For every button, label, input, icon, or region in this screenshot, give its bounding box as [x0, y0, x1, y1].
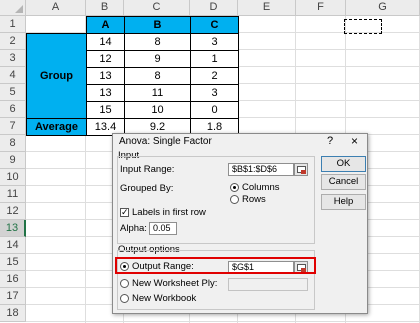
data-cell[interactable]: 8 — [124, 33, 191, 51]
column-header-c[interactable]: C — [124, 0, 190, 16]
rows-label: Rows — [242, 194, 266, 205]
dialog-title: Anova: Single Factor — [119, 136, 212, 147]
row-header-3[interactable]: 3 — [0, 50, 26, 67]
new-worksheet-label: New Worksheet Ply: — [132, 278, 218, 289]
data-cell[interactable]: 9 — [124, 50, 191, 68]
rows-radio[interactable] — [230, 195, 239, 204]
select-all-corner[interactable] — [0, 0, 26, 16]
new-workbook-label: New Workbook — [132, 293, 197, 304]
table-header-cell[interactable]: C — [190, 16, 239, 34]
row-header-1[interactable]: 1 — [0, 16, 26, 33]
row-header-15[interactable]: 15 — [0, 254, 26, 271]
table-header-cell[interactable]: A — [86, 16, 125, 34]
row-header-18[interactable]: 18 — [0, 305, 26, 322]
data-cell[interactable]: 10 — [124, 101, 191, 119]
data-cell[interactable]: 13 — [86, 84, 125, 102]
close-icon[interactable]: × — [351, 134, 358, 148]
input-range-field[interactable]: $B$1:$D$6 — [228, 163, 294, 176]
column-header-e[interactable]: E — [238, 0, 296, 16]
data-cell[interactable]: 8 — [124, 67, 191, 85]
data-cell[interactable]: 12 — [86, 50, 125, 68]
row-header-12[interactable]: 12 — [0, 203, 26, 220]
output-range-highlight — [115, 257, 316, 274]
alpha-label: Alpha: — [120, 223, 147, 234]
input-range-collapse-icon[interactable] — [294, 163, 308, 176]
column-header-a[interactable]: A — [26, 0, 86, 16]
table-header-cell[interactable]: B — [124, 16, 191, 34]
row-header-7[interactable]: 7 — [0, 118, 26, 135]
alpha-field[interactable]: 0.05 — [149, 222, 177, 235]
data-cell[interactable]: 3 — [190, 33, 239, 51]
row-header-4[interactable]: 4 — [0, 67, 26, 84]
row-header-14[interactable]: 14 — [0, 237, 26, 254]
row-header-16[interactable]: 16 — [0, 271, 26, 288]
help-icon[interactable]: ? — [327, 135, 333, 147]
help-button[interactable]: Help — [321, 194, 366, 210]
row-header-11[interactable]: 11 — [0, 186, 26, 203]
input-range-label: Input Range: — [120, 164, 175, 175]
column-header-f[interactable]: F — [296, 0, 346, 16]
average-label-cell[interactable]: Average — [26, 118, 87, 136]
column-header-d[interactable]: D — [190, 0, 238, 16]
ok-button[interactable]: OK — [321, 156, 366, 172]
row-header-6[interactable]: 6 — [0, 101, 26, 118]
row-header-10[interactable]: 10 — [0, 169, 26, 186]
copy-marquee — [344, 19, 382, 34]
data-cell[interactable]: 3 — [190, 84, 239, 102]
column-header-g[interactable]: G — [346, 0, 420, 16]
row-header-2[interactable]: 2 — [0, 33, 26, 50]
labels-checkbox[interactable]: ✓ — [120, 208, 129, 217]
new-worksheet-radio[interactable] — [120, 279, 129, 288]
data-cell[interactable]: 14 — [86, 33, 125, 51]
row-header-17[interactable]: 17 — [0, 288, 26, 305]
new-workbook-radio[interactable] — [120, 294, 129, 303]
anova-dialog: Anova: Single Factor ? × Input Input Ran… — [112, 133, 368, 314]
column-header-b[interactable]: B — [86, 0, 124, 16]
cancel-button[interactable]: Cancel — [321, 174, 366, 190]
group-label-cell[interactable]: Group — [26, 33, 87, 119]
row-header-5[interactable]: 5 — [0, 84, 26, 101]
row-header-13[interactable]: 13 — [0, 220, 26, 237]
data-cell[interactable]: 13 — [86, 67, 125, 85]
data-cell[interactable]: 0 — [190, 101, 239, 119]
row-header-9[interactable]: 9 — [0, 152, 26, 169]
row-header-8[interactable]: 8 — [0, 135, 26, 152]
data-cell[interactable]: 1 — [190, 50, 239, 68]
grouped-by-label: Grouped By: — [120, 183, 174, 194]
data-cell[interactable]: 15 — [86, 101, 125, 119]
columns-radio[interactable] — [230, 183, 239, 192]
new-worksheet-field[interactable] — [228, 278, 308, 291]
data-cell[interactable]: 11 — [124, 84, 191, 102]
data-cell[interactable]: 2 — [190, 67, 239, 85]
labels-first-row-label: Labels in first row — [132, 207, 206, 218]
columns-label: Columns — [242, 182, 280, 193]
